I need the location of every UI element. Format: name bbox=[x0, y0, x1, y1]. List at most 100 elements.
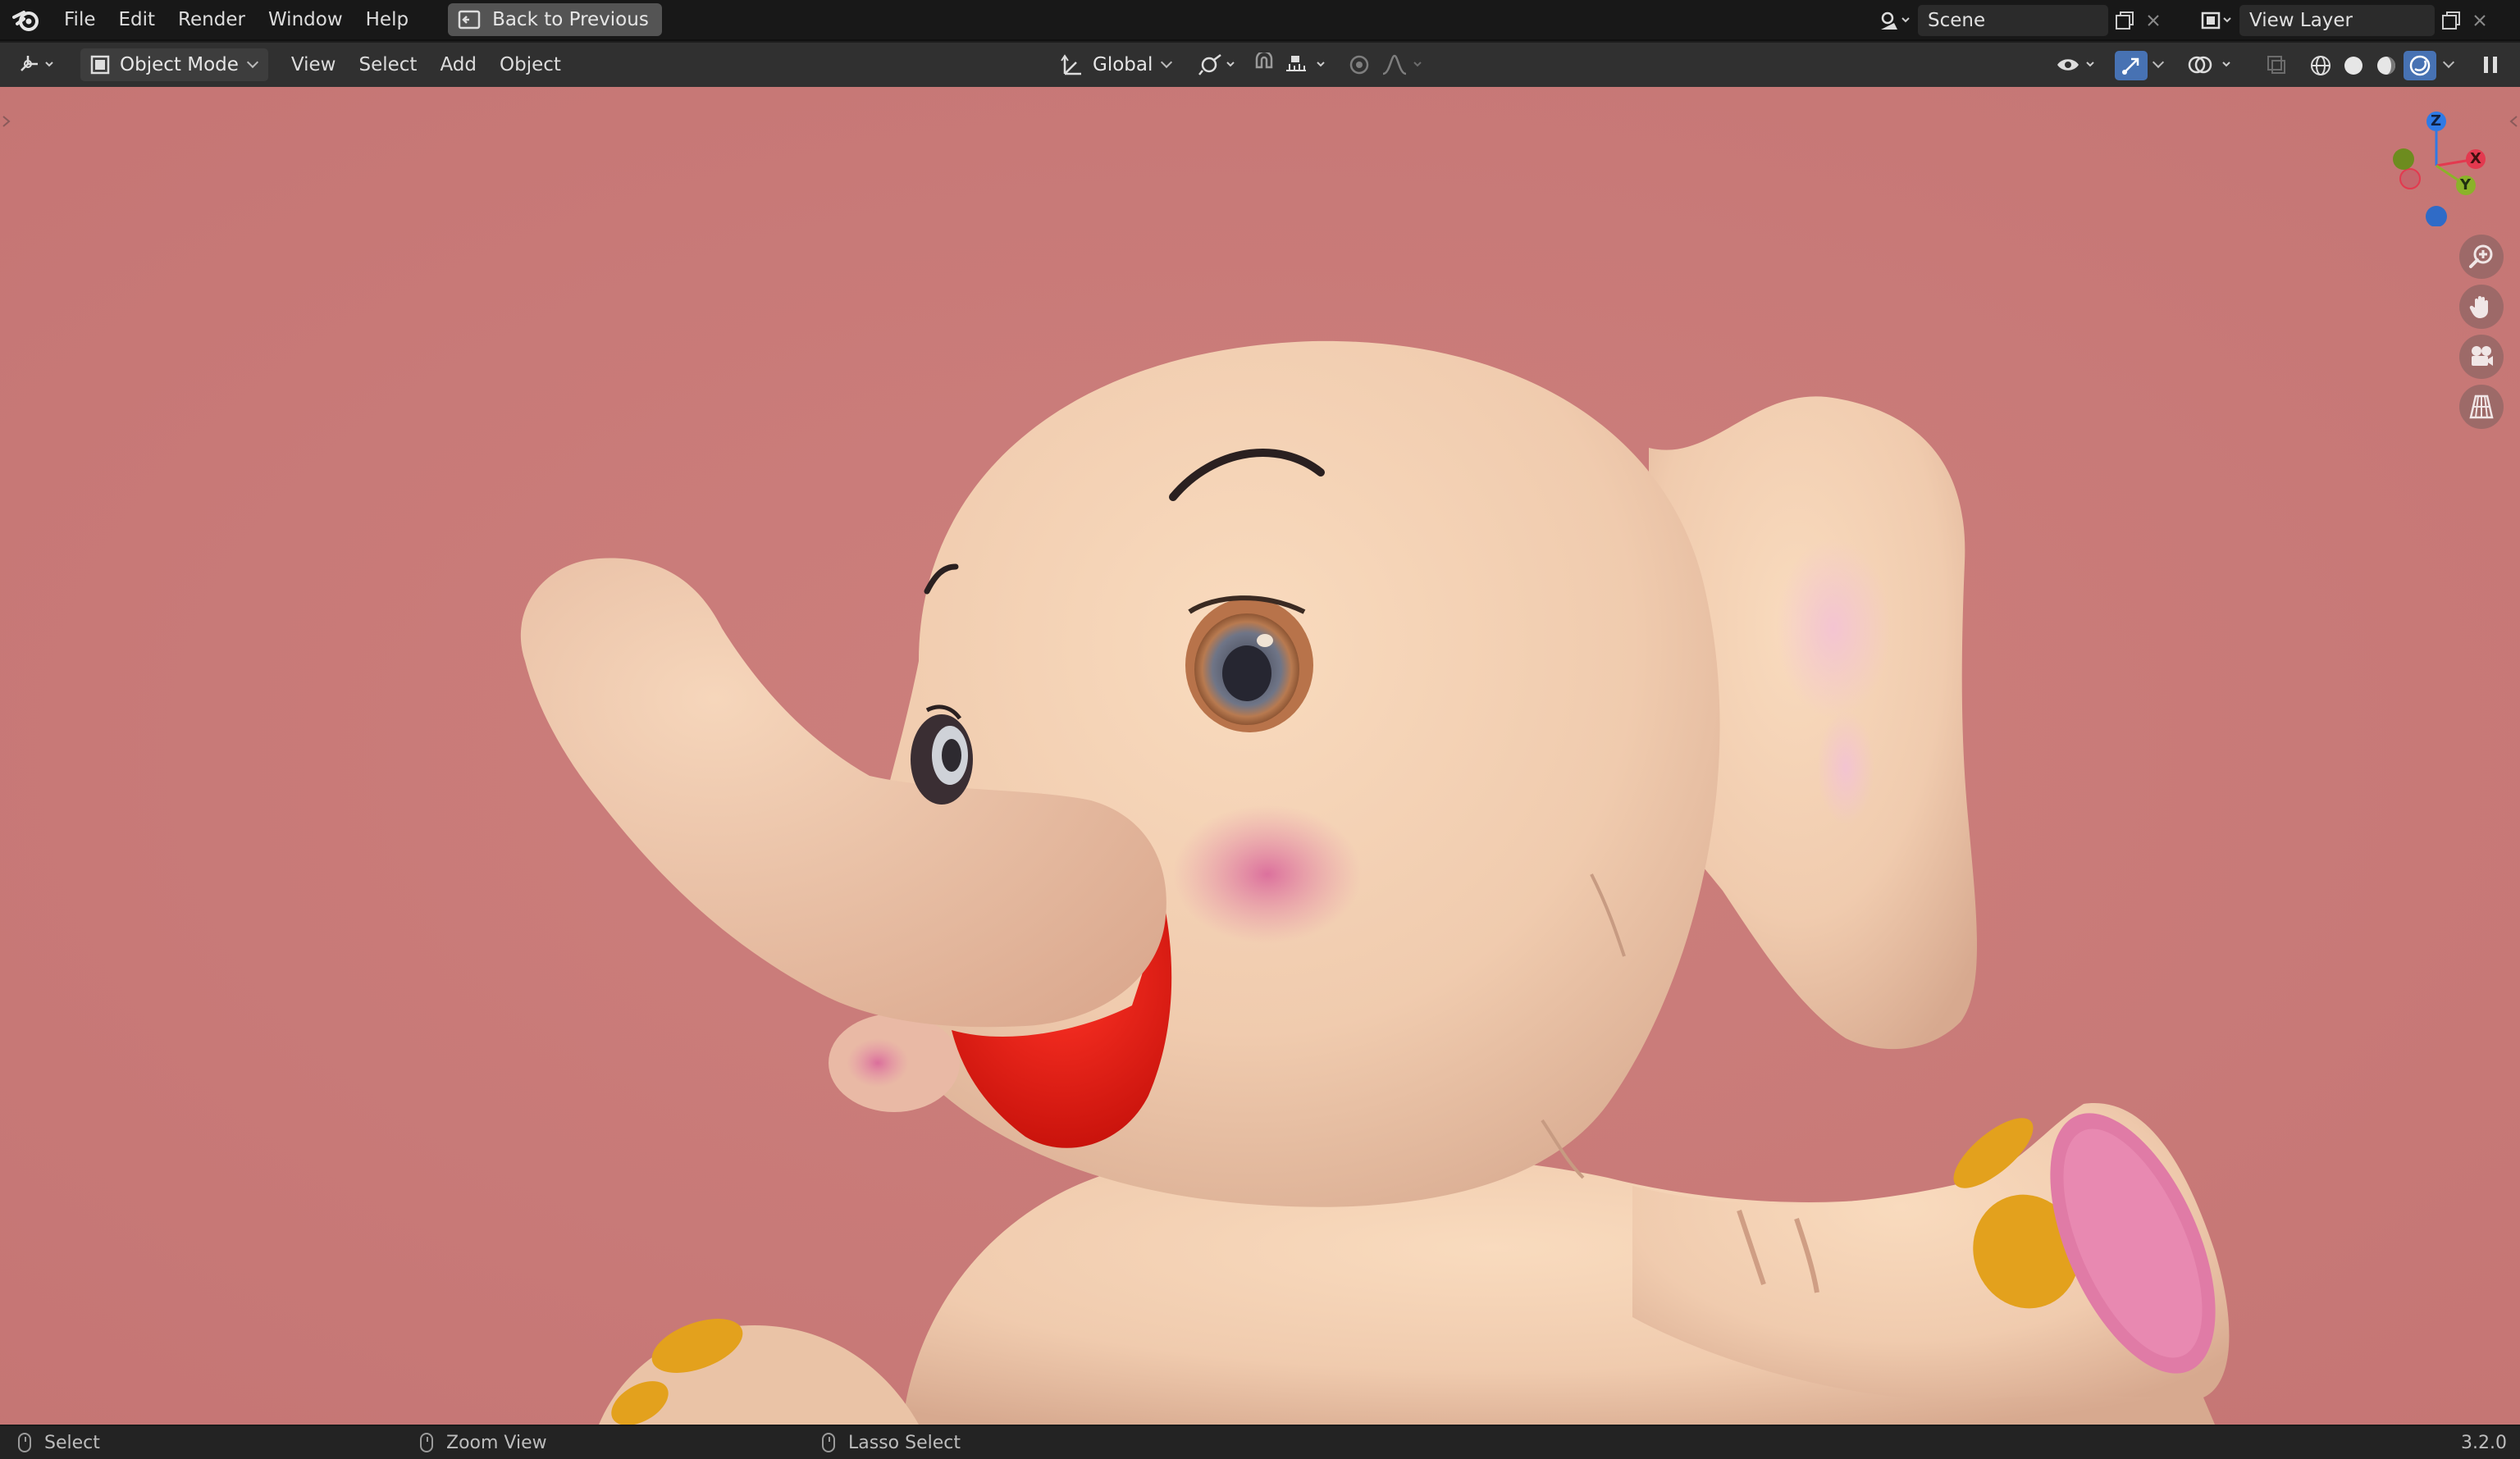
sidebar-expand-arrow[interactable] bbox=[2509, 112, 2518, 131]
status-zoom-hint: Zoom View bbox=[420, 1433, 547, 1453]
orientation-icon bbox=[1061, 54, 1081, 75]
snap-increment-icon bbox=[1286, 56, 1325, 71]
delete-scene-button[interactable] bbox=[2141, 5, 2166, 36]
gizmo-toggle[interactable] bbox=[2115, 51, 2148, 80]
proportional-editing-icon bbox=[1349, 55, 1369, 75]
mouse-left-icon bbox=[18, 1433, 31, 1452]
back-to-previous-button[interactable]: Back to Previous bbox=[448, 3, 662, 36]
delete-view-layer-button[interactable] bbox=[2468, 5, 2492, 36]
xray-icon bbox=[2267, 56, 2285, 74]
falloff-curve-icon bbox=[1382, 54, 1422, 75]
grid-icon bbox=[2469, 394, 2494, 419]
shading-options-dropdown[interactable] bbox=[2440, 49, 2464, 80]
transform-orientation-label: Global bbox=[1093, 54, 1153, 75]
camera-icon bbox=[2472, 346, 2493, 366]
chevron-left-icon bbox=[2509, 116, 2518, 127]
view-layer-icon bbox=[2201, 11, 2231, 30]
shading-solid-button[interactable] bbox=[2338, 51, 2369, 80]
status-lasso-hint: Lasso Select bbox=[822, 1433, 961, 1453]
header-menu-object[interactable]: Object bbox=[488, 43, 573, 87]
view-layer-browse-button[interactable] bbox=[2192, 5, 2239, 36]
status-zoom-label: Zoom View bbox=[446, 1432, 547, 1453]
mouse-right-icon bbox=[822, 1433, 835, 1452]
zoom-button[interactable] bbox=[2459, 235, 2504, 279]
version-label: 3.2.0 bbox=[2461, 1433, 2507, 1453]
chevron-right-icon bbox=[2, 116, 11, 127]
magnet-icon bbox=[1255, 52, 1273, 69]
mode-label: Object Mode bbox=[120, 54, 239, 75]
snap-toggle[interactable] bbox=[1252, 49, 1281, 80]
axis-y-label: Y bbox=[2460, 176, 2472, 194]
view-layer-name: View Layer bbox=[2249, 10, 2353, 31]
close-icon bbox=[2148, 15, 2159, 26]
axis-z-label: Z bbox=[2431, 112, 2442, 130]
toolbar-expand-arrow[interactable] bbox=[2, 112, 11, 131]
proportional-editing-toggle[interactable] bbox=[1347, 49, 1376, 80]
pause-render-button[interactable] bbox=[2474, 49, 2507, 80]
solid-shading-icon bbox=[2344, 57, 2362, 75]
material-preview-icon bbox=[2377, 57, 2395, 75]
pause-icon bbox=[2484, 57, 2497, 73]
chevron-down-icon bbox=[2442, 56, 2455, 69]
blender-logo-icon[interactable] bbox=[0, 0, 52, 40]
back-to-previous-label: Back to Previous bbox=[492, 9, 649, 30]
new-scene-button[interactable] bbox=[2108, 5, 2141, 36]
scene-browse-button[interactable] bbox=[1870, 5, 1918, 36]
editor-type-button[interactable] bbox=[16, 48, 64, 81]
duplicate-icon bbox=[2442, 11, 2460, 30]
object-mode-icon bbox=[90, 55, 110, 75]
gizmo-dropdown[interactable] bbox=[2149, 49, 2174, 80]
hand-icon bbox=[2469, 296, 2488, 318]
3d-viewport-icon bbox=[21, 56, 53, 71]
overlays-icon bbox=[2188, 56, 2230, 74]
menu-file[interactable]: File bbox=[52, 0, 107, 40]
menu-window[interactable]: Window bbox=[257, 0, 354, 40]
mode-dropdown[interactable]: Object Mode bbox=[80, 48, 268, 81]
duplicate-icon bbox=[2116, 11, 2134, 30]
close-icon bbox=[2474, 15, 2486, 26]
top-bar: File Edit Render Window Help Back to Pre… bbox=[0, 0, 2520, 41]
scene-icon bbox=[1881, 11, 1910, 30]
pivot-point-button[interactable] bbox=[1198, 49, 1244, 80]
snap-target-dropdown[interactable] bbox=[1285, 49, 1334, 80]
axis-x-label: X bbox=[2470, 150, 2481, 167]
camera-view-button[interactable] bbox=[2459, 335, 2504, 379]
visibility-dropdown[interactable] bbox=[2056, 49, 2105, 80]
zoom-icon bbox=[2469, 244, 2493, 268]
viewport-header: Object Mode View Select Add Object Globa… bbox=[0, 43, 2520, 87]
header-menu-view[interactable]: View bbox=[280, 43, 348, 87]
status-select-hint: Select bbox=[18, 1433, 100, 1453]
view-layer-name-field[interactable]: View Layer bbox=[2239, 5, 2435, 36]
status-lasso-label: Lasso Select bbox=[848, 1432, 961, 1453]
status-bar: Select Zoom View Lasso Select 3.2.0 bbox=[0, 1425, 2520, 1459]
menu-help[interactable]: Help bbox=[354, 0, 420, 40]
chevron-down-icon bbox=[246, 56, 258, 69]
shading-rendered-button[interactable] bbox=[2404, 51, 2436, 80]
status-select-label: Select bbox=[44, 1432, 100, 1453]
pan-button[interactable] bbox=[2459, 285, 2504, 329]
xray-toggle[interactable] bbox=[2266, 49, 2295, 80]
proportional-falloff-dropdown[interactable] bbox=[1381, 49, 1431, 80]
back-icon bbox=[458, 10, 481, 30]
scene-name-field[interactable]: Scene bbox=[1918, 5, 2108, 36]
scene-name: Scene bbox=[1928, 10, 1986, 31]
eye-icon bbox=[2057, 59, 2094, 71]
elephant-render bbox=[0, 87, 2520, 1425]
menu-render[interactable]: Render bbox=[167, 0, 257, 40]
shading-material-button[interactable] bbox=[2371, 51, 2402, 80]
transform-orientation-dropdown[interactable]: Global bbox=[1052, 48, 1182, 81]
chevron-down-icon bbox=[2152, 56, 2165, 69]
header-menu-select[interactable]: Select bbox=[347, 43, 428, 87]
header-menu-add[interactable]: Add bbox=[428, 43, 488, 87]
toggle-perspective-button[interactable] bbox=[2459, 385, 2504, 429]
overlays-toggle[interactable] bbox=[2187, 49, 2244, 80]
version-text: 3.2.0 bbox=[2461, 1432, 2507, 1453]
menu-edit[interactable]: Edit bbox=[107, 0, 167, 40]
shading-wireframe-button[interactable] bbox=[2305, 51, 2336, 80]
navigation-gizmo[interactable]: Z X Y bbox=[2371, 103, 2494, 227]
pivot-icon bbox=[1198, 54, 1235, 75]
3d-viewport[interactable]: Z X Y bbox=[0, 87, 2520, 1425]
gizmo-icon bbox=[2122, 57, 2139, 75]
new-view-layer-button[interactable] bbox=[2435, 5, 2468, 36]
mouse-middle-icon bbox=[420, 1433, 433, 1452]
